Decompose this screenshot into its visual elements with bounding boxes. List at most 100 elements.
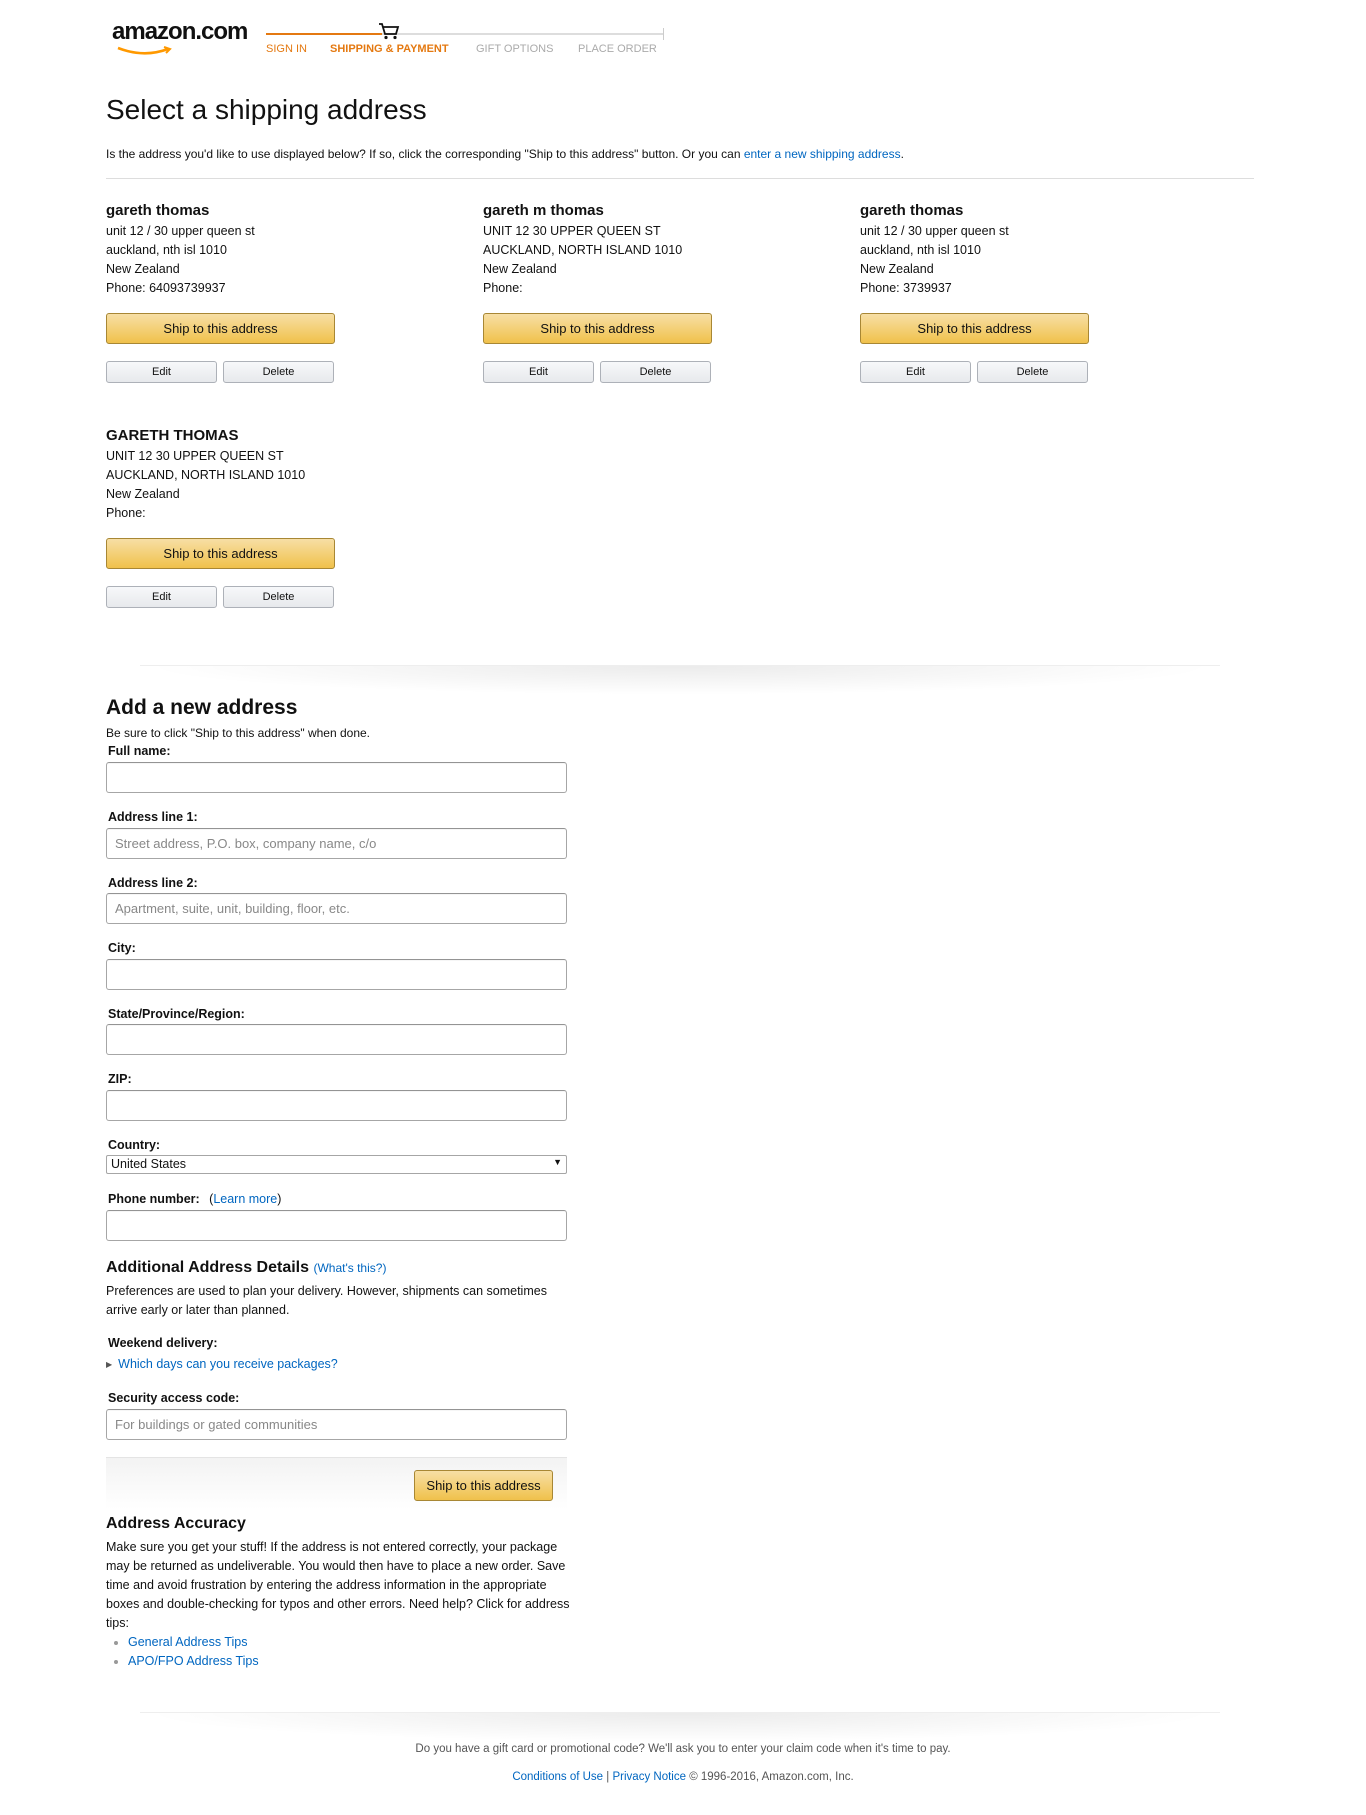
page-title: Select a shipping address xyxy=(106,94,427,125)
address-name: gareth thomas xyxy=(106,202,210,219)
address-line1: unit 12 / 30 upper queen st xyxy=(860,224,1009,238)
address-line2-label: Address line 2: xyxy=(108,876,198,890)
list-item: General Address Tips xyxy=(128,1633,259,1652)
address-line1-input[interactable] xyxy=(106,828,567,859)
smile-icon xyxy=(117,46,172,55)
phone-label-row: Phone number: (Learn more) xyxy=(108,1192,281,1206)
step-sign-in[interactable]: SIGN IN xyxy=(266,43,307,55)
delete-address-button[interactable]: Delete xyxy=(223,586,334,608)
progress-remaining-bar xyxy=(382,33,664,35)
step-shipping-payment: SHIPPING & PAYMENT xyxy=(330,43,449,55)
section-divider xyxy=(140,665,1220,695)
address-line2-input[interactable] xyxy=(106,893,567,924)
step-gift-options: GIFT OPTIONS xyxy=(476,43,554,55)
address-country: New Zealand xyxy=(106,262,180,276)
address-country: New Zealand xyxy=(860,262,934,276)
weekend-delivery-link[interactable]: Which days can you receive packages? xyxy=(118,1357,338,1371)
address-card-4: GARETH THOMAS UNIT 12 30 UPPER QUEEN ST … xyxy=(106,425,346,523)
delete-address-button[interactable]: Delete xyxy=(600,361,711,383)
phone-label: Phone number: xyxy=(108,1192,200,1206)
edit-address-button[interactable]: Edit xyxy=(860,361,971,383)
add-address-subtitle: Be sure to click "Ship to this address" … xyxy=(106,726,370,740)
additional-details-title: Additional Address Details xyxy=(106,1259,309,1276)
address-accuracy-title: Address Accuracy xyxy=(106,1515,246,1532)
intro-prefix: Is the address you'd like to use display… xyxy=(106,147,744,161)
address-phone: Phone: xyxy=(106,506,146,520)
address-line2: AUCKLAND, NORTH ISLAND 1010 xyxy=(483,243,683,257)
privacy-notice-link[interactable]: Privacy Notice xyxy=(613,1771,687,1783)
submit-ship-to-address-button[interactable]: Ship to this address xyxy=(414,1470,553,1501)
whats-this-wrapper: (What's this?) xyxy=(313,1261,387,1275)
address-card-2: gareth m thomas UNIT 12 30 UPPER QUEEN S… xyxy=(483,200,723,298)
learn-more-link[interactable]: Learn more xyxy=(213,1192,277,1206)
address-line2: AUCKLAND, NORTH ISLAND 1010 xyxy=(106,468,306,482)
address-country: New Zealand xyxy=(483,262,557,276)
intro-suffix: . xyxy=(900,147,904,161)
address-line1: UNIT 12 30 UPPER QUEEN ST xyxy=(106,449,284,463)
footer-links: Conditions of Use | Privacy Notice © 199… xyxy=(0,1771,1366,1783)
general-address-tips-link[interactable]: General Address Tips xyxy=(128,1635,248,1649)
city-input[interactable] xyxy=(106,959,567,990)
address-tips-list: General Address Tips APO/FPO Address Tip… xyxy=(106,1633,259,1671)
state-label: State/Province/Region: xyxy=(108,1007,245,1021)
full-name-label: Full name: xyxy=(108,744,171,758)
country-select-value: United States xyxy=(111,1157,187,1171)
edit-address-button[interactable]: Edit xyxy=(106,586,217,608)
address-line1: UNIT 12 30 UPPER QUEEN ST xyxy=(483,224,661,238)
footer-divider xyxy=(140,1712,1220,1742)
address-name: gareth thomas xyxy=(860,202,964,219)
delete-address-button[interactable]: Delete xyxy=(223,361,334,383)
progress-end-tick xyxy=(663,28,664,40)
country-select[interactable]: United States ▼ xyxy=(106,1155,567,1174)
address-accuracy-text: Make sure you get your stuff! If the add… xyxy=(106,1540,570,1630)
enter-new-address-link[interactable]: enter a new shipping address xyxy=(744,147,901,161)
edit-address-button[interactable]: Edit xyxy=(483,361,594,383)
address-card-1: gareth thomas unit 12 / 30 upper queen s… xyxy=(106,200,346,298)
divider xyxy=(106,178,1254,179)
address-line2: auckland, nth isl 1010 xyxy=(860,243,981,257)
apo-fpo-tips-link[interactable]: APO/FPO Address Tips xyxy=(128,1654,259,1668)
zip-label: ZIP: xyxy=(108,1072,132,1086)
copyright: © 1996-2016, Amazon.com, Inc. xyxy=(689,1771,854,1783)
ship-to-address-button[interactable]: Ship to this address xyxy=(106,538,335,569)
security-code-label: Security access code: xyxy=(108,1391,240,1405)
security-code-input[interactable] xyxy=(106,1409,567,1440)
edit-address-button[interactable]: Edit xyxy=(106,361,217,383)
full-name-input[interactable] xyxy=(106,762,567,793)
dropdown-arrow-icon: ▼ xyxy=(553,1157,562,1167)
address-name: gareth m thomas xyxy=(483,202,604,219)
ship-to-address-button[interactable]: Ship to this address xyxy=(483,313,712,344)
weekend-delivery-expander[interactable]: ▶ Which days can you receive packages? xyxy=(106,1357,338,1371)
list-item: APO/FPO Address Tips xyxy=(128,1652,259,1671)
address-country: New Zealand xyxy=(106,487,180,501)
country-label: Country: xyxy=(108,1138,161,1152)
whats-this-link[interactable]: What's this? xyxy=(317,1261,382,1275)
address-line1-label: Address line 1: xyxy=(108,810,198,824)
address-line2: auckland, nth isl 1010 xyxy=(106,243,227,257)
conditions-of-use-link[interactable]: Conditions of Use xyxy=(512,1771,603,1783)
weekend-delivery-label: Weekend delivery: xyxy=(108,1336,218,1350)
ship-to-address-button[interactable]: Ship to this address xyxy=(106,313,335,344)
address-phone: Phone: 64093739937 xyxy=(106,281,226,295)
delete-address-button[interactable]: Delete xyxy=(977,361,1088,383)
city-label: City: xyxy=(108,941,136,955)
phone-input[interactable] xyxy=(106,1210,567,1241)
address-name: GARETH THOMAS xyxy=(106,427,239,444)
address-line1: unit 12 / 30 upper queen st xyxy=(106,224,255,238)
details-description: Preferences are used to plan your delive… xyxy=(106,1284,547,1317)
cart-icon xyxy=(379,23,400,40)
footer-separator: | xyxy=(606,1771,610,1783)
progress-complete-bar xyxy=(266,33,382,35)
expand-triangle-icon: ▶ xyxy=(106,1360,113,1369)
phone-learn-more-wrapper: (Learn more) xyxy=(209,1192,282,1206)
amazon-logo[interactable]: amazon.com xyxy=(112,18,248,55)
additional-details-title-row: Additional Address Details (What's this?… xyxy=(106,1259,386,1277)
logo-text: amazon.com xyxy=(112,18,248,45)
address-phone: Phone: 3739937 xyxy=(860,281,952,295)
checkout-progress: SIGN IN SHIPPING & PAYMENT GIFT OPTIONS … xyxy=(266,23,664,58)
intro-text: Is the address you'd like to use display… xyxy=(106,147,904,161)
state-input[interactable] xyxy=(106,1024,567,1055)
zip-input[interactable] xyxy=(106,1090,567,1121)
address-phone: Phone: xyxy=(483,281,523,295)
ship-to-address-button[interactable]: Ship to this address xyxy=(860,313,1089,344)
